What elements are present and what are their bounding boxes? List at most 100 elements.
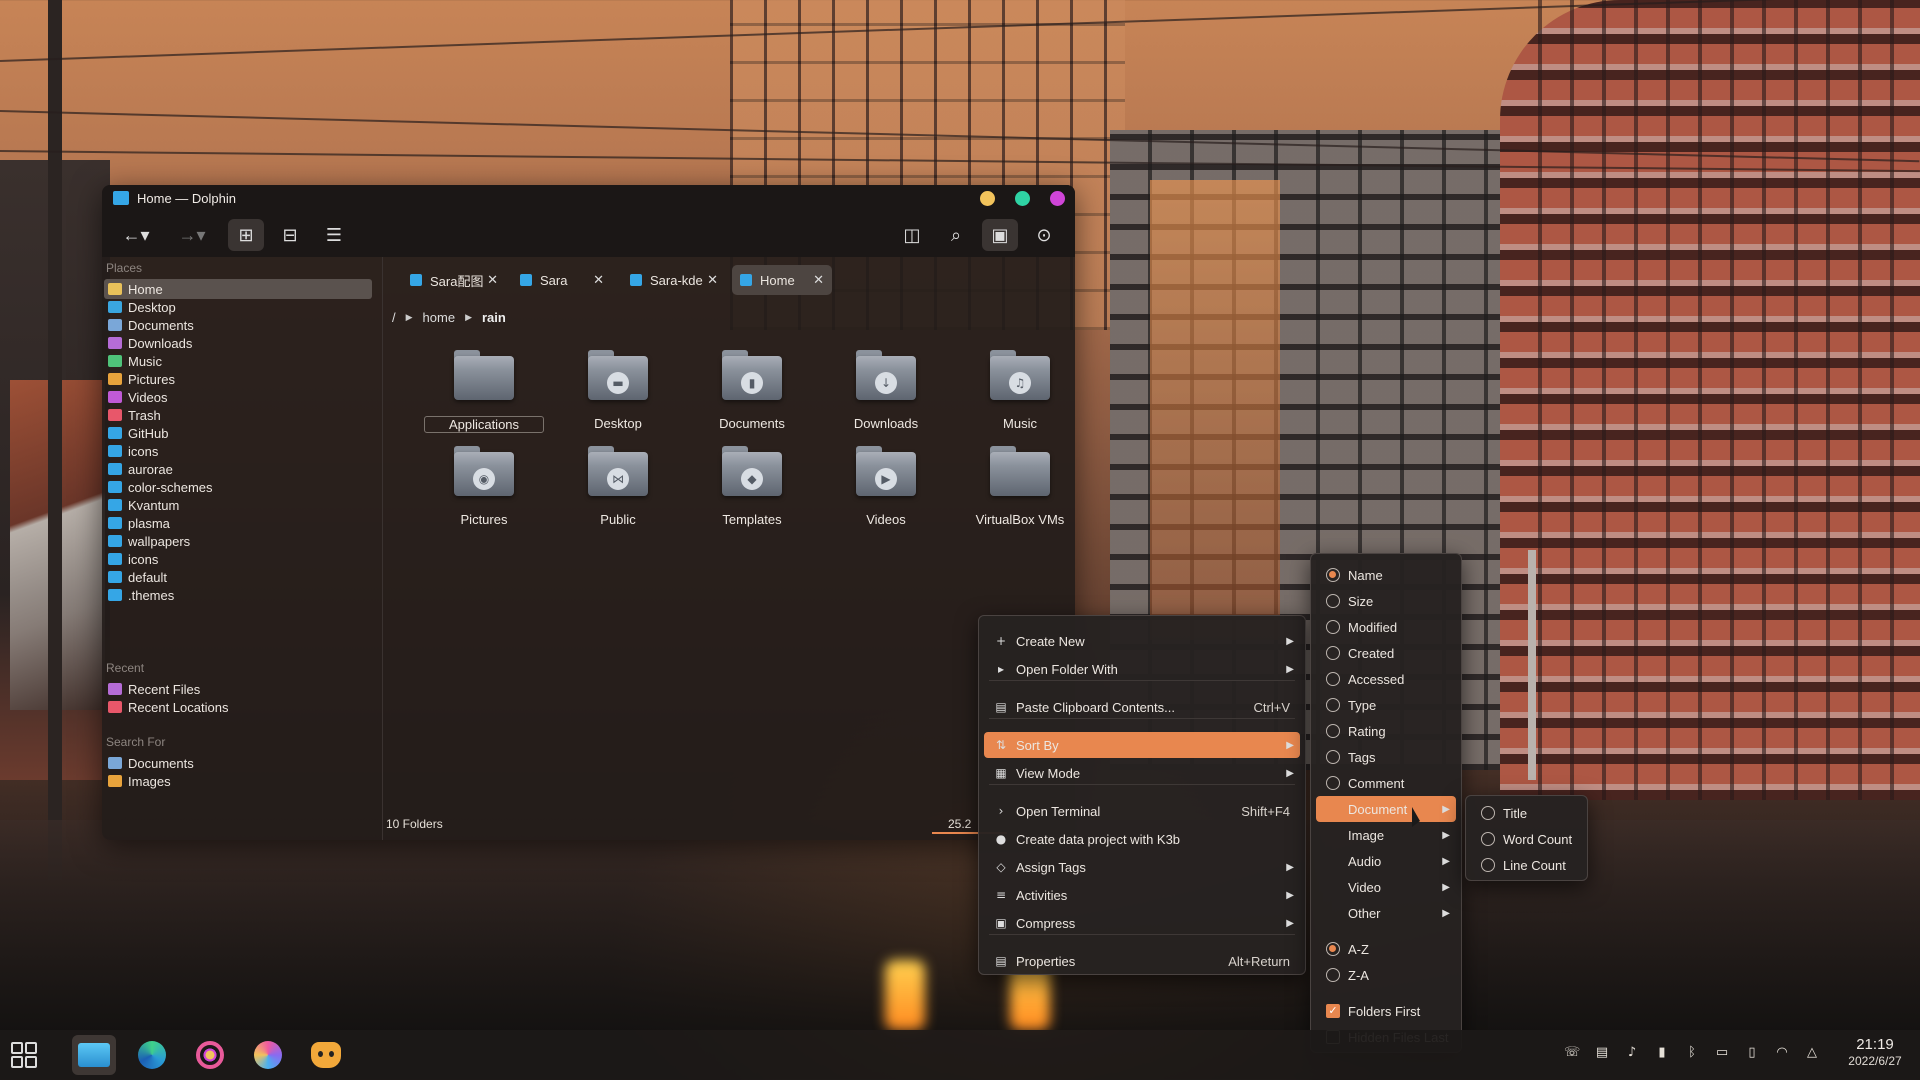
app-launcher-icon[interactable] bbox=[2, 1035, 46, 1075]
tab-sara[interactable]: Sara配图 ✕ bbox=[402, 265, 506, 295]
tab-sara[interactable]: Sara ✕ bbox=[512, 265, 612, 295]
folder-templates[interactable]: ◆ Templates bbox=[692, 446, 802, 536]
close-tab-icon[interactable]: ✕ bbox=[487, 272, 498, 288]
sidebar-item-icons[interactable]: icons bbox=[104, 549, 372, 569]
menu-item-open-folder-with[interactable]: ▸ Open Folder With ▶ bbox=[984, 656, 1300, 682]
folder-videos[interactable]: ▶ Videos bbox=[826, 446, 936, 536]
sidebar-item-documents[interactable]: Documents bbox=[104, 753, 372, 773]
sidebar-item-videos[interactable]: Videos bbox=[104, 387, 372, 407]
document-field-line-count[interactable]: Line Count bbox=[1471, 852, 1582, 878]
sort-field-size[interactable]: Size bbox=[1316, 588, 1456, 614]
maximize-button[interactable] bbox=[1015, 191, 1030, 206]
menu-item-activities[interactable]: ≡ Activities ▶ bbox=[984, 882, 1300, 908]
menu-item-properties[interactable]: ▤ Properties Alt+Return bbox=[984, 948, 1300, 974]
split-view-icon[interactable]: ◫ bbox=[894, 219, 930, 251]
edge-browser-icon[interactable] bbox=[130, 1035, 174, 1075]
close-button[interactable] bbox=[1050, 191, 1065, 206]
folder-desktop[interactable]: ▬ Desktop bbox=[558, 350, 668, 440]
cat-app-icon[interactable] bbox=[304, 1035, 348, 1075]
sort-submenu-audio[interactable]: Audio ▶ bbox=[1316, 848, 1456, 874]
document-field-word-count[interactable]: Word Count bbox=[1471, 826, 1582, 852]
menu-item-paste-clipboard-contents[interactable]: ▤ Paste Clipboard Contents... Ctrl+V bbox=[984, 694, 1300, 720]
sidebar-item-github[interactable]: GitHub bbox=[104, 423, 372, 443]
sidebar-item-images[interactable]: Images bbox=[104, 771, 372, 791]
sort-order-z-a[interactable]: Z-A bbox=[1316, 962, 1456, 988]
sidebar-item-downloads[interactable]: Downloads bbox=[104, 333, 372, 353]
breadcrumb-home[interactable]: home bbox=[423, 310, 456, 325]
sidebar-item-documents[interactable]: Documents bbox=[104, 315, 372, 335]
sidebar-item-kvantum[interactable]: Kvantum bbox=[104, 495, 372, 515]
sort-submenu-image[interactable]: Image ▶ bbox=[1316, 822, 1456, 848]
volume-icon[interactable]: ♪ bbox=[1624, 1045, 1640, 1061]
battery-icon[interactable]: ▮ bbox=[1654, 1045, 1670, 1061]
tab-sara-kde[interactable]: Sara-kde ✕ bbox=[622, 265, 726, 295]
close-tab-icon[interactable]: ✕ bbox=[593, 272, 604, 288]
folder-documents[interactable]: ▮ Documents bbox=[692, 350, 802, 440]
sort-submenu-other[interactable]: Other ▶ bbox=[1316, 900, 1456, 926]
menu-item-create-new[interactable]: + Create New ▶ bbox=[984, 628, 1300, 654]
sidebar-item-wallpapers[interactable]: wallpapers bbox=[104, 531, 372, 551]
sidebar-item-default[interactable]: default bbox=[104, 567, 372, 587]
back-icon[interactable]: ←▾ bbox=[118, 219, 154, 251]
sort-field-type[interactable]: Type bbox=[1316, 692, 1456, 718]
sort-field-rating[interactable]: Rating bbox=[1316, 718, 1456, 744]
wifi-icon[interactable]: ◠ bbox=[1774, 1045, 1790, 1061]
sort-field-name[interactable]: Name bbox=[1316, 562, 1456, 588]
folder-downloads[interactable]: ↓ Downloads bbox=[826, 350, 936, 440]
sort-field-accessed[interactable]: Accessed bbox=[1316, 666, 1456, 692]
sort-field-created[interactable]: Created bbox=[1316, 640, 1456, 666]
title-bar[interactable]: Home — Dolphin bbox=[102, 185, 1075, 211]
more-options-icon[interactable]: ⊙ bbox=[1026, 219, 1062, 251]
sidebar-item-pictures[interactable]: Pictures bbox=[104, 369, 372, 389]
sidebar-item-color-schemes[interactable]: color-schemes bbox=[104, 477, 372, 497]
sidebar-item-desktop[interactable]: Desktop bbox=[104, 297, 372, 317]
phone-icon[interactable]: ▯ bbox=[1744, 1045, 1760, 1061]
forward-icon[interactable]: →▾ bbox=[174, 219, 210, 251]
clipboard-icon[interactable]: ▤ bbox=[1594, 1045, 1610, 1061]
sidebar-item-icons[interactable]: icons bbox=[104, 441, 372, 461]
folder-applications[interactable]: Applications bbox=[424, 350, 544, 440]
minimize-button[interactable] bbox=[980, 191, 995, 206]
sort-order-a-z[interactable]: A-Z bbox=[1316, 936, 1456, 962]
sort-field-modified[interactable]: Modified bbox=[1316, 614, 1456, 640]
menu-item-open-terminal[interactable]: › Open Terminal Shift+F4 bbox=[984, 798, 1300, 824]
sort-field-tags[interactable]: Tags bbox=[1316, 744, 1456, 770]
sidebar-item-plasma[interactable]: plasma bbox=[104, 513, 372, 533]
search-icon[interactable]: ⌕ bbox=[938, 219, 974, 251]
menu-item-assign-tags[interactable]: ◇ Assign Tags ▶ bbox=[984, 854, 1300, 880]
menu-item-sort-by[interactable]: ⇅ Sort By ▶ bbox=[984, 732, 1300, 758]
bluetooth-icon[interactable]: ᛒ bbox=[1684, 1045, 1700, 1061]
display-icon[interactable]: ▭ bbox=[1714, 1045, 1730, 1061]
media-player-icon[interactable] bbox=[188, 1035, 232, 1075]
close-tab-icon[interactable]: ✕ bbox=[813, 272, 824, 288]
folder-pictures[interactable]: ◉ Pictures bbox=[424, 446, 534, 536]
discover-icon[interactable] bbox=[246, 1035, 290, 1075]
breadcrumb-root[interactable]: / bbox=[392, 310, 396, 325]
sidebar-item-music[interactable]: Music bbox=[104, 351, 372, 371]
sidebar-item-recent-files[interactable]: Recent Files bbox=[104, 679, 372, 699]
menu-item-create-data-project-with-k3b[interactable]: ● Create data project with K3b bbox=[984, 826, 1300, 852]
sidebar-item-themes[interactable]: .themes bbox=[104, 585, 372, 605]
close-tab-icon[interactable]: ✕ bbox=[707, 272, 718, 288]
compact-view-icon[interactable]: ⊟ bbox=[272, 219, 308, 251]
clock[interactable]: 21:19 2022/6/27 bbox=[1830, 1036, 1920, 1068]
folder-public[interactable]: ⋈ Public bbox=[558, 446, 668, 536]
sidebar-item-home[interactable]: Home bbox=[104, 279, 372, 299]
menu-item-compress[interactable]: ▣ Compress ▶ bbox=[984, 910, 1300, 936]
preview-icon[interactable]: ▣ bbox=[982, 219, 1018, 251]
breadcrumb-current[interactable]: rain bbox=[482, 310, 506, 325]
document-field-title[interactable]: Title bbox=[1471, 800, 1582, 826]
sort-field-comment[interactable]: Comment bbox=[1316, 770, 1456, 796]
tab-home[interactable]: Home ✕ bbox=[732, 265, 832, 295]
sidebar-item-recent-locations[interactable]: Recent Locations bbox=[104, 697, 372, 717]
dolphin-icon[interactable] bbox=[72, 1035, 116, 1075]
sidebar-item-trash[interactable]: Trash bbox=[104, 405, 372, 425]
sidebar-item-aurorae[interactable]: aurorae bbox=[104, 459, 372, 479]
menu-item-view-mode[interactable]: ▦ View Mode ▶ bbox=[984, 760, 1300, 786]
sort-submenu-video[interactable]: Video ▶ bbox=[1316, 874, 1456, 900]
sort-submenu-document[interactable]: Document ▶ bbox=[1316, 796, 1456, 822]
sort-option-folders-first[interactable]: ✓ Folders First bbox=[1316, 998, 1456, 1024]
icons-view-icon[interactable]: ⊞ bbox=[228, 219, 264, 251]
kde-connect-icon[interactable]: ☏ bbox=[1564, 1045, 1580, 1061]
details-view-icon[interactable]: ☰ bbox=[316, 219, 352, 251]
